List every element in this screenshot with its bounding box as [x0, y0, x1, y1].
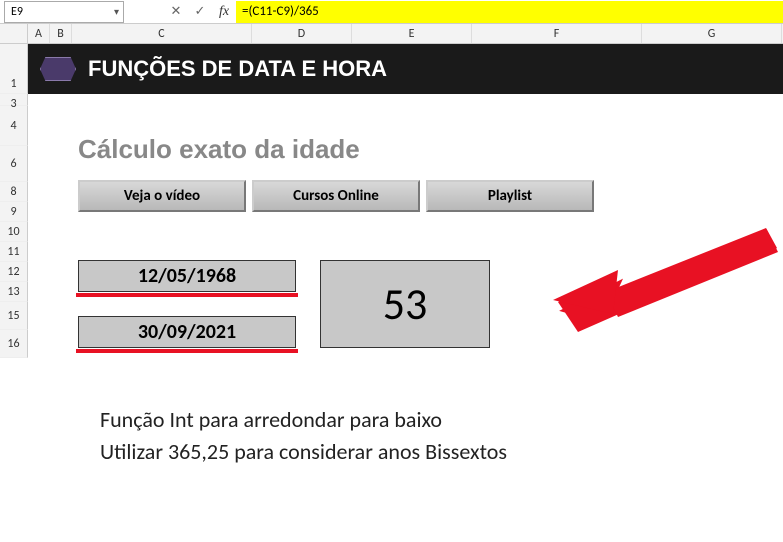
row-header-6[interactable]: 6: [0, 146, 28, 182]
banner-title: FUNÇÕES DE DATA E HORA: [88, 56, 387, 82]
row-header-4[interactable]: 4: [0, 106, 28, 146]
video-button-label: Veja o vídeo: [124, 187, 200, 205]
row-header-1[interactable]: 1: [0, 44, 28, 94]
row-header-15[interactable]: 15: [0, 302, 28, 330]
logo-icon: [40, 57, 76, 81]
row-header-11[interactable]: 11: [0, 242, 28, 262]
video-button[interactable]: Veja o vídeo: [78, 180, 246, 212]
row-header-3[interactable]: 3: [0, 94, 28, 106]
button-row: Veja o vídeo Cursos Online Playlist: [78, 180, 594, 212]
column-headers: A B C D E F G: [0, 24, 783, 44]
formula-input[interactable]: [236, 1, 783, 23]
title-banner: FUNÇÕES DE DATA E HORA: [28, 44, 783, 94]
playlist-button[interactable]: Playlist: [426, 180, 594, 212]
row-header-8[interactable]: 8: [0, 182, 28, 202]
col-header-C[interactable]: C: [72, 24, 252, 43]
formula-bar: E9 ▾ ✕ ✓ fx: [0, 0, 783, 24]
result-cell[interactable]: 53: [320, 260, 490, 348]
col-header-B[interactable]: B: [50, 24, 72, 43]
chevron-down-icon[interactable]: ▾: [114, 5, 119, 18]
arrow-icon: [518, 222, 778, 332]
row-header-16[interactable]: 16: [0, 330, 28, 358]
col-header-G[interactable]: G: [642, 24, 782, 43]
select-all-corner[interactable]: [0, 24, 28, 43]
date-start-value: 12/05/1968: [138, 264, 236, 288]
col-header-D[interactable]: D: [252, 24, 352, 43]
col-header-F[interactable]: F: [472, 24, 642, 43]
fx-icon[interactable]: fx: [212, 1, 236, 23]
underline-2: [76, 349, 298, 353]
row-header-13[interactable]: 13: [0, 282, 28, 302]
date-end-value: 30/09/2021: [138, 320, 236, 344]
playlist-button-label: Playlist: [488, 187, 532, 205]
spreadsheet-grid: A B C D E F G 1 3 4 6 8 9 10 11 12 13 15…: [0, 24, 783, 44]
name-box[interactable]: E9 ▾: [4, 1, 124, 23]
accept-formula-icon[interactable]: ✓: [188, 1, 212, 23]
row-header-9[interactable]: 9: [0, 202, 28, 222]
cancel-formula-icon[interactable]: ✕: [164, 1, 188, 23]
date-end-cell[interactable]: 30/09/2021: [78, 316, 296, 348]
row-header-10[interactable]: 10: [0, 222, 28, 242]
note-line-2: Utilizar 365,25 para considerar anos Bis…: [100, 438, 507, 465]
col-header-E[interactable]: E: [352, 24, 472, 43]
note-line-1: Função Int para arredondar para baixo: [100, 406, 442, 433]
section-title: Cálculo exato da idade: [78, 134, 360, 165]
result-value: 53: [383, 277, 428, 331]
row-header-12[interactable]: 12: [0, 262, 28, 282]
row-headers: 1 3 4 6 8 9 10 11 12 13 15 16: [0, 44, 28, 358]
col-header-A[interactable]: A: [28, 24, 50, 43]
name-box-value: E9: [11, 5, 23, 19]
date-start-cell[interactable]: 12/05/1968: [78, 260, 296, 292]
cursos-button-label: Cursos Online: [293, 187, 379, 205]
underline-1: [76, 293, 298, 297]
cursos-button[interactable]: Cursos Online: [252, 180, 420, 212]
